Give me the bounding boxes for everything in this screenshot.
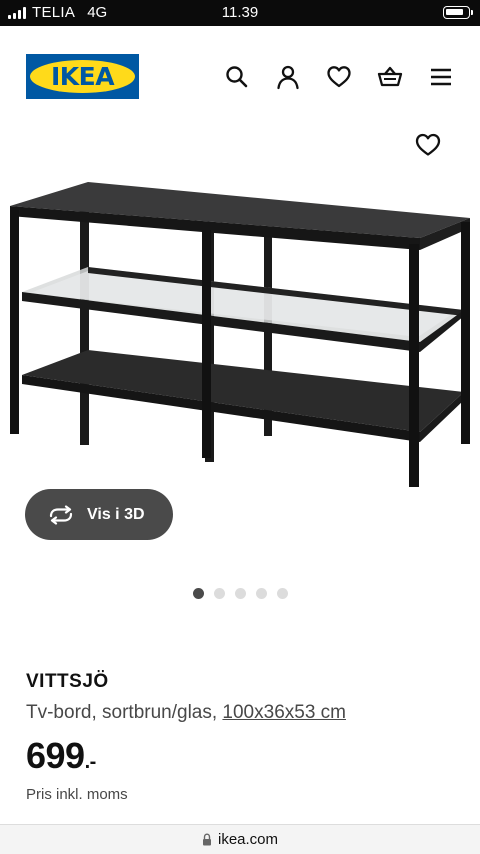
view-3d-label: Vis i 3D <box>87 505 145 523</box>
user-icon[interactable] <box>275 64 301 90</box>
carousel-dots <box>193 588 288 599</box>
price-suffix: .- <box>84 751 97 773</box>
price-note: Pris inkl. moms <box>26 786 128 803</box>
price-value: 699 <box>26 735 85 776</box>
carousel-dot[interactable] <box>235 588 246 599</box>
lock-icon <box>202 833 211 846</box>
site-header: IKEA <box>0 26 480 126</box>
product-description-text: Tv-bord, sortbrun/glas, <box>26 702 218 723</box>
heart-icon[interactable] <box>326 64 352 90</box>
search-icon[interactable] <box>224 64 250 90</box>
carousel-dot[interactable] <box>277 588 288 599</box>
logo-text: IKEA <box>50 62 115 91</box>
favorite-button[interactable] <box>414 131 442 159</box>
tv-bench-illustration <box>10 182 470 487</box>
ikea-logo[interactable]: IKEA <box>26 54 139 99</box>
cart-icon[interactable] <box>377 64 403 90</box>
carousel-dot[interactable] <box>214 588 225 599</box>
url-text: ikea.com <box>217 831 279 848</box>
status-bar: TELIA 4G 11.39 <box>0 0 480 26</box>
heart-icon <box>415 133 441 156</box>
view-3d-button[interactable]: Vis i 3D <box>25 489 173 540</box>
rotate-3d-icon <box>49 504 73 525</box>
product-description: Tv-bord, sortbrun/glas, 100x36x53 cm <box>26 702 346 724</box>
clock: 11.39 <box>221 4 259 21</box>
browser-url-bar[interactable]: ikea.com <box>0 824 480 854</box>
menu-icon[interactable] <box>428 64 454 90</box>
product-dimensions-link[interactable]: 100x36x53 cm <box>222 702 346 723</box>
product-image[interactable] <box>0 170 480 490</box>
battery-icon <box>443 6 473 19</box>
product-name: VITTSJÖ <box>26 671 109 692</box>
product-price: 699.- <box>26 735 96 777</box>
carousel-dot[interactable] <box>256 588 267 599</box>
carousel-dot[interactable] <box>193 588 204 599</box>
